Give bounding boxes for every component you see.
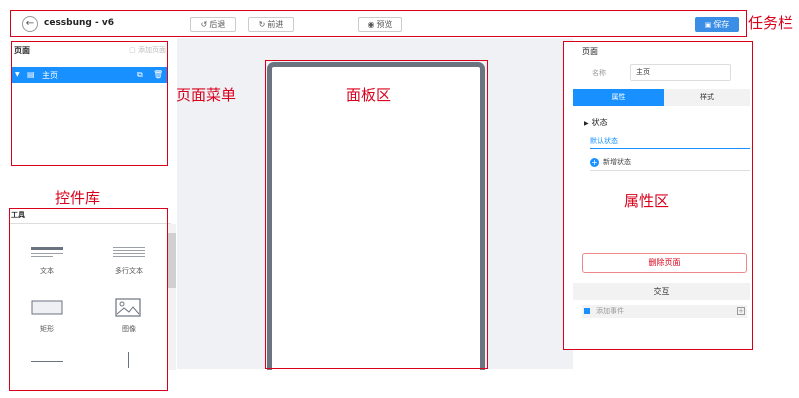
page-item-home[interactable]: ▼ ▤ 主页 ⧉ 🗑 <box>12 67 167 83</box>
horizontal-line-icon <box>31 361 63 362</box>
tool-text[interactable]: 文本 <box>9 242 85 282</box>
caret-down-icon[interactable]: ▼ <box>15 71 20 78</box>
tool-horizontal-line[interactable] <box>9 353 85 373</box>
tools-title: 工具 <box>11 211 25 219</box>
annotation-page-menu: 页面菜单 <box>176 86 237 104</box>
add-event-plus-icon[interactable]: + <box>737 307 745 315</box>
delete-page-button[interactable]: 删除页面 <box>582 253 747 273</box>
add-state-button[interactable]: + 新增状态 <box>590 157 750 171</box>
add-state-label: 新增状态 <box>603 158 631 166</box>
save-icon: ▣ <box>704 21 712 29</box>
add-page-label: 添加页面 <box>138 46 166 54</box>
project-title: cessbung - v6 <box>44 18 114 28</box>
redo-icon: ↻ <box>258 20 266 29</box>
add-event-row[interactable]: 添加事件 + <box>582 305 747 318</box>
state-header-label: 状态 <box>591 118 608 127</box>
redo-button[interactable]: ↻ 前进 <box>248 17 294 32</box>
undo-icon: ↺ <box>200 20 208 29</box>
save-label: 保存 <box>713 20 730 29</box>
tool-image-label: 图像 <box>122 325 136 333</box>
redo-label: 前进 <box>267 20 284 29</box>
undo-label: 后退 <box>209 20 226 29</box>
page-file-icon: ▤ <box>27 70 35 79</box>
plus-circle-icon: + <box>590 158 599 167</box>
caret-right-icon: ▶ <box>584 120 589 127</box>
add-page-icon: ▢ <box>129 46 136 54</box>
copy-icon[interactable]: ⧉ <box>137 70 143 80</box>
undo-button[interactable]: ↺ 后退 <box>190 17 236 32</box>
tool-rectangle[interactable]: 矩形 <box>9 296 85 336</box>
add-event-label: 添加事件 <box>596 307 624 315</box>
save-button[interactable]: ▣ 保存 <box>695 17 739 32</box>
tool-multiline-text-label: 多行文本 <box>115 267 143 275</box>
rectangle-icon <box>31 300 63 315</box>
image-icon <box>115 298 141 317</box>
tool-text-label: 文本 <box>40 267 54 275</box>
text-tool-icon <box>31 247 63 257</box>
back-arrow-icon[interactable]: ← <box>22 16 38 32</box>
event-flag-icon <box>584 308 590 314</box>
preview-label: 预览 <box>376 20 393 29</box>
add-page-button[interactable]: ▢ 添加页面 <box>129 45 166 55</box>
page-item-label: 主页 <box>42 71 58 80</box>
divider <box>9 223 171 224</box>
properties-title: 页面 <box>582 47 598 56</box>
widget-library-panel: 工具 文本 多行文本 矩形 图像 <box>9 208 171 391</box>
eye-icon: ◉ <box>367 20 375 29</box>
phone-canvas[interactable] <box>267 62 485 370</box>
vertical-line-icon <box>128 352 129 368</box>
tool-image[interactable]: 图像 <box>95 296 171 336</box>
annotation-panel-area: 面板区 <box>346 86 392 104</box>
tool-multiline-text[interactable]: 多行文本 <box>95 242 171 282</box>
name-label: 名称 <box>592 69 606 77</box>
tool-vertical-line[interactable] <box>95 348 171 372</box>
preview-button[interactable]: ◉ 预览 <box>358 17 402 32</box>
tab-attributes[interactable]: 属性 <box>573 89 664 106</box>
annotation-taskbar: 任务栏 <box>748 14 794 32</box>
page-menu-panel: 页面 ▢ 添加页面 ▼ ▤ 主页 ⧉ 🗑 <box>11 41 168 166</box>
trash-icon[interactable]: 🗑 <box>153 70 163 79</box>
annotation-property-area: 属性区 <box>624 192 670 210</box>
default-state-item[interactable]: 默认状态 <box>590 136 750 149</box>
page-name-input[interactable]: 主页 <box>630 64 731 81</box>
annotation-widget-library: 控件库 <box>55 189 101 207</box>
state-section-header[interactable]: ▶ 状态 <box>584 117 608 128</box>
taskbar: ← cessbung - v6 ↺ 后退 ↻ 前进 ◉ 预览 ▣ 保存 <box>10 10 747 37</box>
interaction-header: 交互 <box>573 283 750 300</box>
tool-rectangle-label: 矩形 <box>40 325 54 333</box>
tab-style[interactable]: 样式 <box>664 89 750 106</box>
multiline-text-icon <box>113 247 145 257</box>
pages-title: 页面 <box>14 46 30 55</box>
